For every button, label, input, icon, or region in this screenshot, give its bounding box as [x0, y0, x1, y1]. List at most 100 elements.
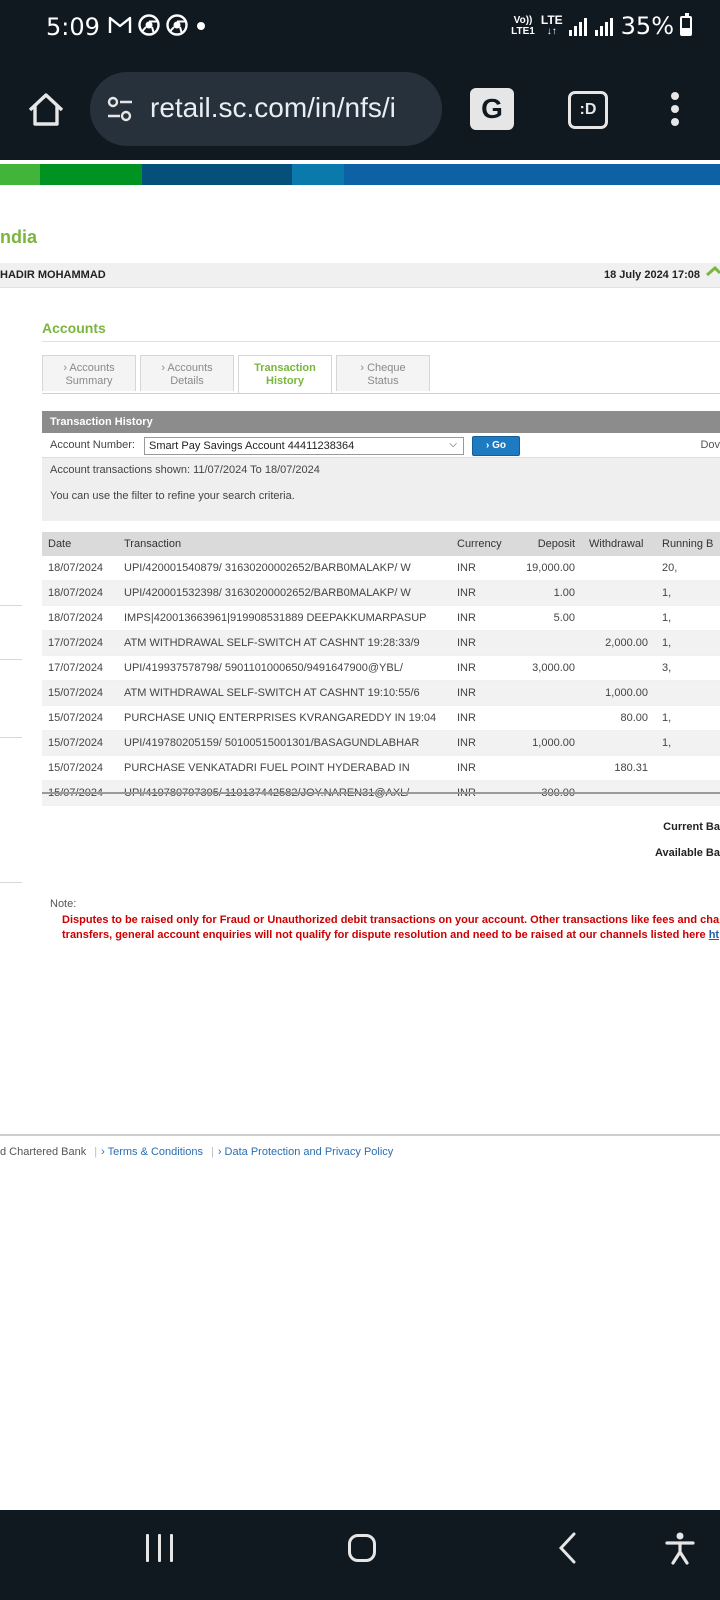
tab-label: Status: [367, 375, 399, 387]
extension-button[interactable]: :D: [568, 91, 608, 129]
table-cell: INR: [451, 655, 515, 681]
table-row: 17/07/2024 UPI/419937578798/ 590110100065…: [42, 655, 720, 681]
table-cell: 17/07/2024: [42, 655, 118, 681]
battery-percent: 35%: [620, 12, 674, 40]
table-cell: 18/07/2024: [42, 605, 118, 631]
table-cell: 15/07/2024: [42, 755, 118, 781]
table-cell: [583, 655, 656, 681]
lte-indicator: LTE ↓↑: [540, 13, 563, 37]
divider: [0, 605, 22, 606]
back-button[interactable]: [556, 1532, 580, 1564]
divider: [42, 341, 720, 342]
account-select[interactable]: Smart Pay Savings Account 44411238364 ⌵: [144, 437, 464, 455]
privacy-link[interactable]: › Data Protection and Privacy Policy: [218, 1146, 393, 1158]
table-cell: 1.00: [515, 580, 583, 606]
more-menu-button[interactable]: [668, 92, 682, 132]
table-cell: [583, 730, 656, 756]
table-cell: PURCHASE VENKATADRI FUEL POINT HYDERABAD…: [118, 755, 451, 781]
note-label: Note:: [50, 898, 77, 910]
home-button[interactable]: [24, 88, 68, 132]
table-row: 15/07/2024 PURCHASE VENKATADRI FUEL POINT…: [42, 755, 720, 781]
table-cell: INR: [451, 580, 515, 606]
table-cell: INR: [451, 556, 515, 581]
brand-color-strip: [0, 164, 720, 185]
divider: [0, 737, 22, 738]
note-line: Disputes to be raised only for Fraud or …: [62, 914, 720, 926]
table-cell: 1,: [656, 580, 720, 606]
tab-cheque-status[interactable]: › Cheque Status: [336, 355, 430, 391]
tab-label: Summary: [65, 375, 113, 387]
table-cell: 1,: [656, 605, 720, 631]
site-settings-icon[interactable]: [106, 96, 134, 122]
lte1-label: LTE1: [511, 26, 535, 37]
table-cell: 15/07/2024: [42, 680, 118, 706]
table-cell: INR: [451, 705, 515, 731]
table-cell: 1,000.00: [515, 730, 583, 756]
column-header[interactable]: Currency: [451, 532, 515, 556]
table-cell: INR: [451, 730, 515, 756]
translate-button[interactable]: G: [470, 88, 514, 130]
table-cell: 1,: [656, 630, 720, 656]
divider: [42, 792, 720, 794]
section-title: Accounts: [42, 320, 106, 336]
column-header[interactable]: Deposit: [515, 532, 583, 556]
column-header[interactable]: Running B: [656, 532, 720, 556]
table-cell: 5.00: [515, 605, 583, 631]
table-cell: ATM WITHDRAWAL SELF-SWITCH AT CASHNT 19:…: [118, 630, 451, 656]
table-row: 15/07/2024 ATM WITHDRAWAL SELF-SWITCH AT …: [42, 680, 720, 706]
table-cell: [583, 580, 656, 606]
divider: [0, 1134, 720, 1136]
recent-apps-button[interactable]: [146, 1534, 176, 1562]
divider: [0, 882, 22, 883]
table-cell: 18/07/2024: [42, 580, 118, 606]
tab-accounts-details[interactable]: › Accounts Details: [140, 355, 234, 391]
home-icon[interactable]: [706, 266, 720, 282]
download-link[interactable]: Dov: [700, 439, 720, 451]
account-filter-row: Account Number: Smart Pay Savings Accoun…: [42, 433, 720, 458]
battery-icon: [680, 13, 692, 36]
account-tabs: › Accounts Summary › Accounts Details Tr…: [42, 355, 720, 394]
table-cell: 20,: [656, 556, 720, 581]
accessibility-button[interactable]: [662, 1530, 698, 1566]
system-status: Vo)) LTE1 LTE ↓↑ 35%: [511, 12, 692, 40]
table-cell: 2,000.00: [583, 630, 656, 656]
terms-link[interactable]: › Terms & Conditions: [101, 1146, 203, 1158]
column-header[interactable]: Transaction: [118, 532, 451, 556]
transactions-table: Date Transaction Currency Deposit Withdr…: [42, 532, 720, 806]
chrome-icon: [166, 14, 188, 42]
user-bar: HADIR MOHAMMAD 18 July 2024 17:08: [0, 263, 720, 288]
address-bar[interactable]: retail.sc.com/in/nfs/i: [90, 72, 442, 146]
table-cell: 18/07/2024: [42, 556, 118, 581]
tab-label: › Cheque: [360, 362, 406, 374]
table-row: 15/07/2024 PURCHASE UNIQ ENTERPRISES KVRA…: [42, 705, 720, 731]
chrome-icon: [138, 14, 160, 42]
table-cell: IMPS|420013663961|919908531889 DEEPAKKUM…: [118, 605, 451, 631]
table-cell: [515, 630, 583, 656]
column-header[interactable]: Date: [42, 532, 118, 556]
back-icon: [558, 1532, 576, 1564]
column-header[interactable]: Withdrawal: [583, 532, 656, 556]
tab-accounts-summary[interactable]: › Accounts Summary: [42, 355, 136, 391]
table-cell: UPI/420001532398/ 31630200002652/BARB0MA…: [118, 580, 451, 606]
table-row: 17/07/2024 ATM WITHDRAWAL SELF-SWITCH AT …: [42, 630, 720, 656]
table-cell: [656, 755, 720, 781]
tab-label: History: [266, 375, 304, 387]
table-cell: [515, 680, 583, 706]
status-bar: 5:09 Vo)) LTE1 LTE ↓↑ 35%: [0, 0, 720, 58]
volte-indicator: Vo)) LTE1: [511, 15, 535, 37]
table-cell: ATM WITHDRAWAL SELF-SWITCH AT CASHNT 19:…: [118, 680, 451, 706]
channels-link[interactable]: ht: [709, 929, 719, 941]
table-row: 18/07/2024 UPI/420001540879/ 316302000026…: [42, 556, 720, 581]
tab-label: › Accounts: [161, 362, 213, 374]
table-cell: 1,000.00: [583, 680, 656, 706]
available-balance-label: Available Ba: [654, 847, 720, 859]
home-icon: [28, 93, 64, 126]
home-nav-button[interactable]: [348, 1534, 376, 1562]
dispute-note: Disputes to be raised only for Fraud or …: [62, 913, 720, 943]
tab-label: Details: [170, 375, 204, 387]
table-cell: 15/07/2024: [42, 730, 118, 756]
go-button[interactable]: › Go: [472, 436, 520, 456]
table-cell: UPI/419780205159/ 50100515001301/BASAGUN…: [118, 730, 451, 756]
extension-label: :D: [579, 101, 597, 118]
tab-transaction-history[interactable]: Transaction History: [238, 355, 332, 393]
